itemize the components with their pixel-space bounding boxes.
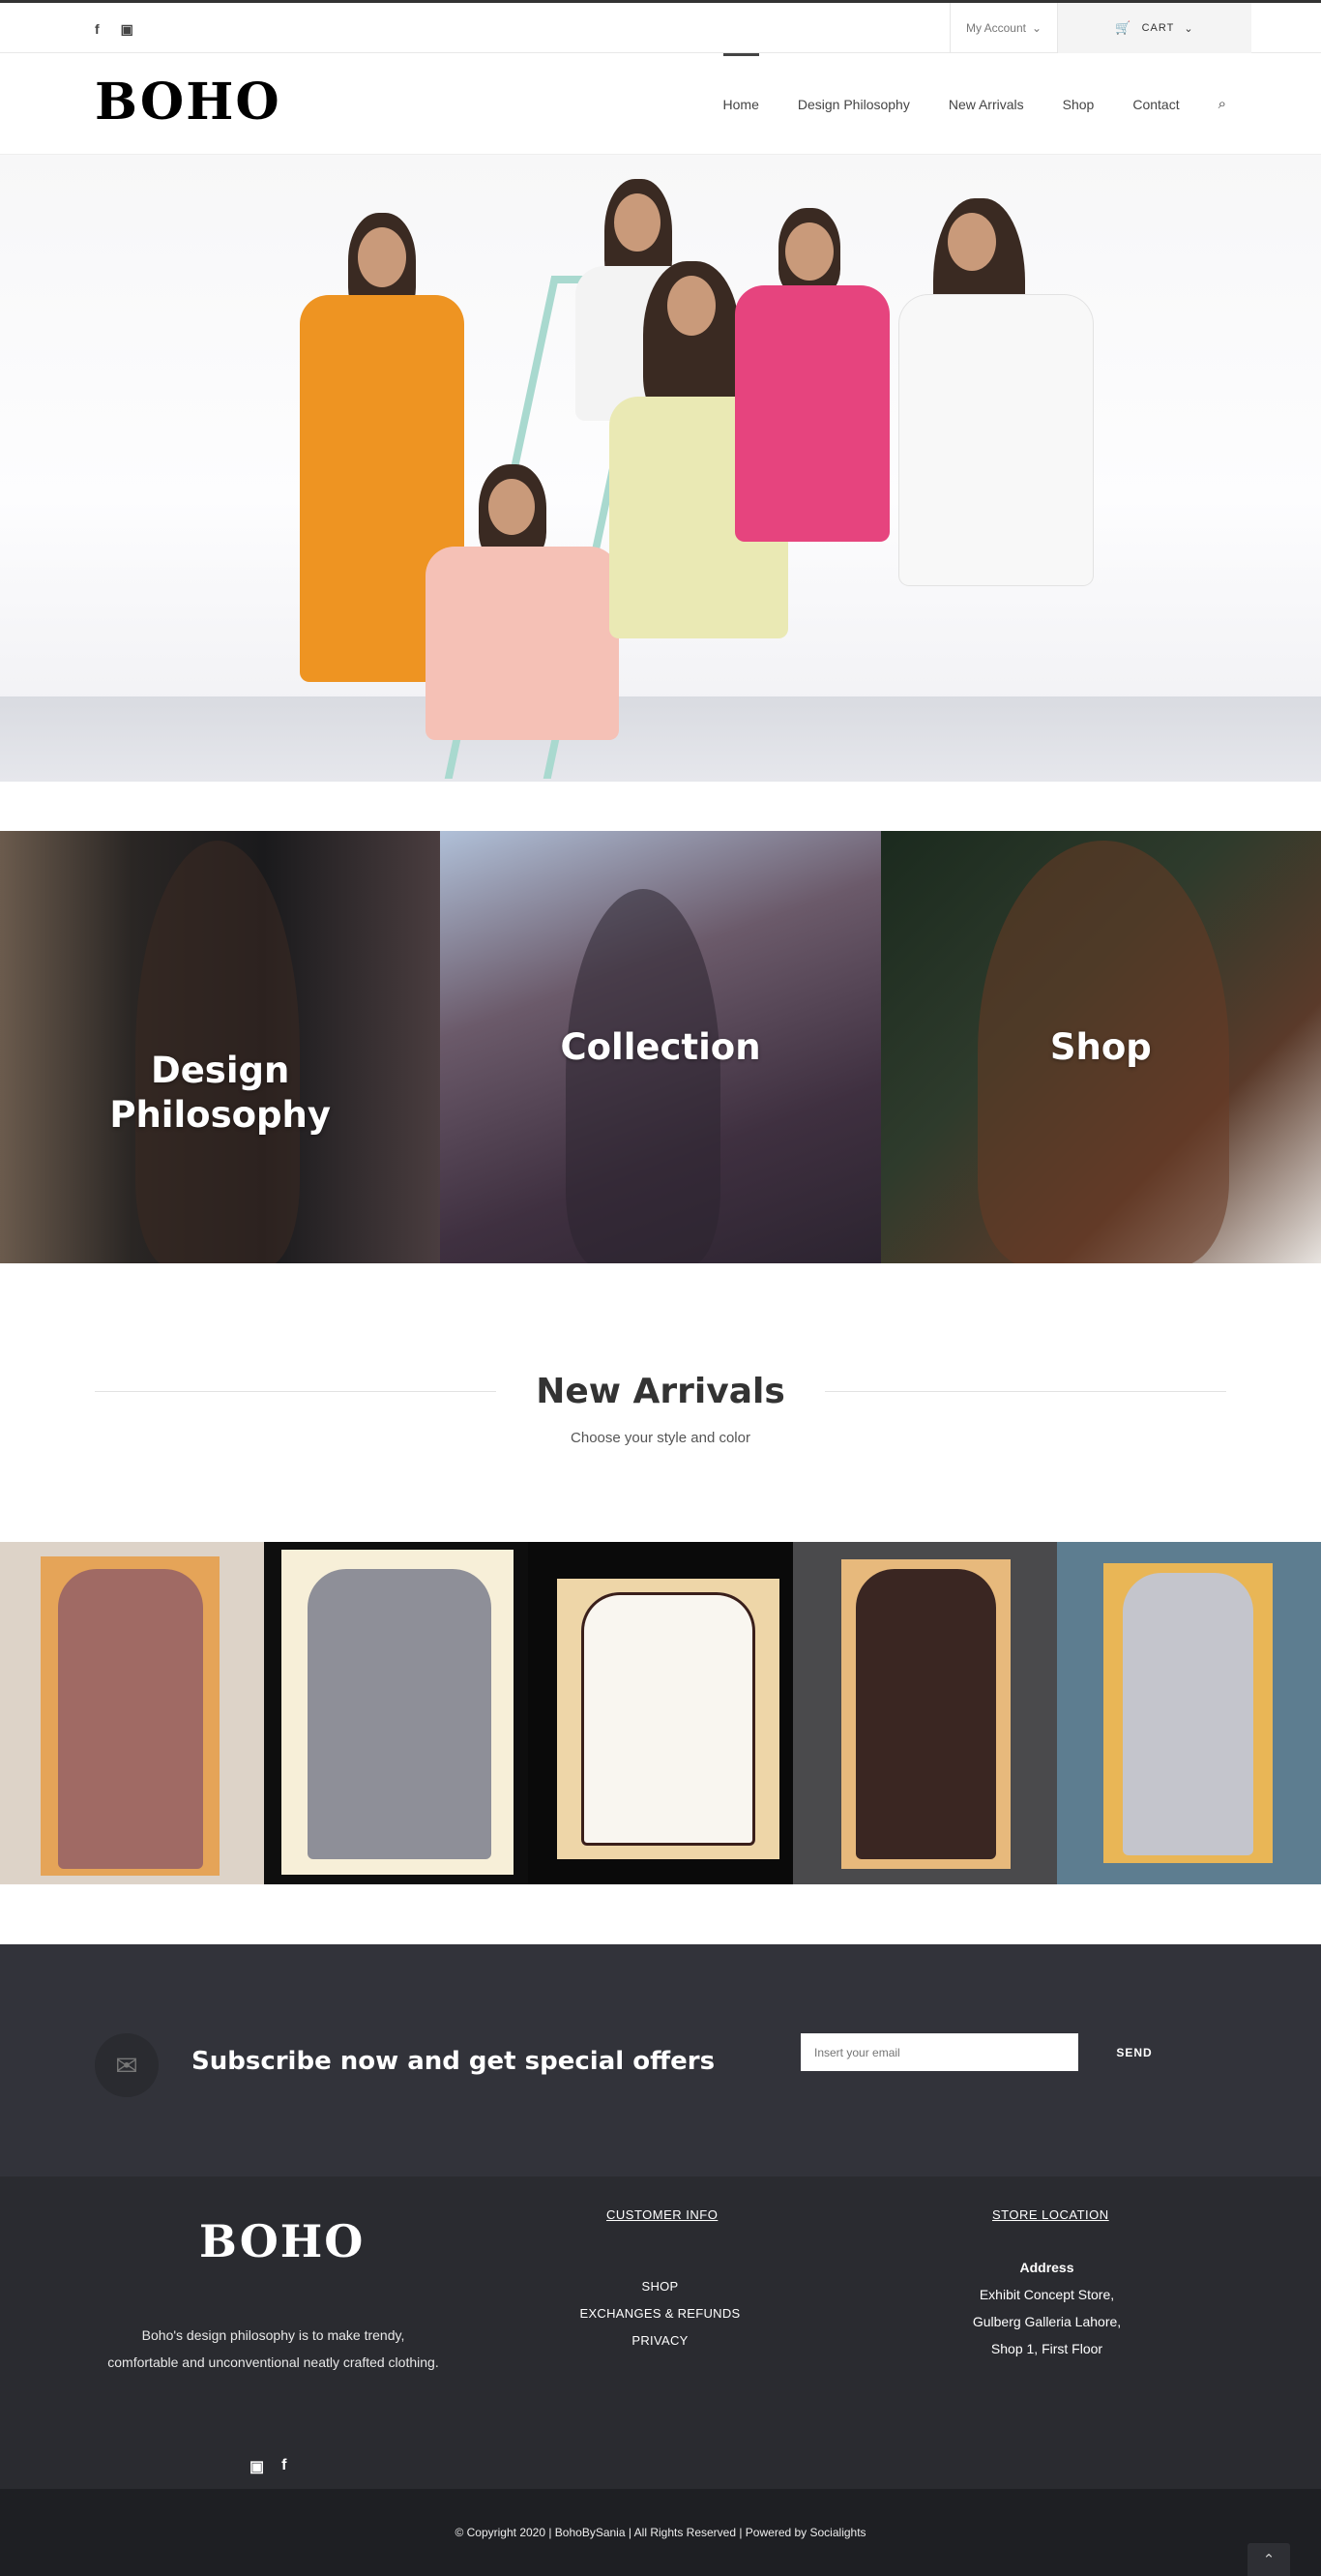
customer-info-title: CUSTOMER INFO xyxy=(606,2207,719,2222)
footer-link-privacy[interactable]: PRIVACY xyxy=(542,2327,778,2354)
site-logo[interactable]: BOHO xyxy=(95,73,281,132)
product-image xyxy=(855,1569,996,1859)
hero-model xyxy=(725,208,899,750)
main-nav: Home Design Philosophy New Arrivals Shop… xyxy=(722,53,1226,155)
nav-new-arrivals[interactable]: New Arrivals xyxy=(949,53,1024,155)
tile-collection[interactable]: Collection xyxy=(440,831,881,1263)
nav-design-philosophy[interactable]: Design Philosophy xyxy=(798,53,910,155)
footer-social-links: ▣ f xyxy=(250,2457,286,2476)
new-arrivals-subtitle: Choose your style and color xyxy=(571,1430,750,1446)
top-social-links: f ▣ xyxy=(95,21,133,38)
address-line: Gulberg Galleria Lahore, xyxy=(972,2314,1122,2329)
hero-banner xyxy=(0,155,1321,782)
cart-label: CART xyxy=(1141,22,1175,34)
tile-design-philosophy-label: Design Philosophy xyxy=(109,1050,331,1136)
address-line: Shop 1, First Floor xyxy=(990,2341,1103,2356)
facebook-icon[interactable]: f xyxy=(95,21,100,38)
cart-button[interactable]: 🛒 CART ⌄ xyxy=(1058,3,1251,53)
footer: BOHO Boho's design philosophy is to make… xyxy=(0,2176,1321,2489)
copyright-text: © Copyright 2020 | BohoBySania | All Rig… xyxy=(455,2526,866,2539)
product-card[interactable] xyxy=(792,1542,1057,1884)
nav-contact[interactable]: Contact xyxy=(1132,53,1179,155)
nav-home[interactable]: Home xyxy=(722,53,760,155)
divider xyxy=(825,1391,1226,1392)
product-image xyxy=(581,1592,756,1846)
chevron-down-icon: ⌄ xyxy=(1031,21,1042,35)
tile-collection-label: Collection xyxy=(560,1025,761,1068)
store-address: Address Exhibit Concept Store, Gulberg G… xyxy=(928,2254,1165,2362)
chevron-up-icon: ⌃ xyxy=(1262,2552,1276,2568)
tile-shop-label: Shop xyxy=(1049,1025,1152,1068)
product-card[interactable] xyxy=(0,1542,265,1884)
footer-link-exchanges-refunds[interactable]: EXCHANGES & REFUNDS xyxy=(542,2300,778,2327)
product-card[interactable] xyxy=(1056,1542,1321,1884)
cart-icon: 🛒 xyxy=(1115,20,1132,35)
footer-link-shop[interactable]: SHOP xyxy=(542,2273,778,2300)
facebook-icon[interactable]: f xyxy=(281,2457,286,2476)
nav-shop[interactable]: Shop xyxy=(1063,53,1095,155)
product-card[interactable] xyxy=(528,1542,793,1884)
address-line: Exhibit Concept Store, xyxy=(979,2287,1115,2302)
product-card[interactable] xyxy=(264,1542,529,1884)
main-header: BOHO Home Design Philosophy New Arrivals… xyxy=(0,53,1321,155)
bottom-bar: © Copyright 2020 | BohoBySania | All Rig… xyxy=(0,2489,1321,2576)
subscribe-title: Subscribe now and get special offers xyxy=(191,2047,716,2076)
tile-design-philosophy[interactable]: Design Philosophy xyxy=(0,831,441,1263)
category-tiles: Design Philosophy Collection Shop xyxy=(0,831,1321,1263)
mail-icon: ✉ xyxy=(95,2033,159,2097)
chevron-down-icon: ⌄ xyxy=(1184,22,1194,35)
product-image xyxy=(58,1569,203,1869)
instagram-icon[interactable]: ▣ xyxy=(121,21,133,38)
product-image xyxy=(1122,1573,1253,1855)
subscribe-section: ✉ Subscribe now and get special offers S… xyxy=(0,1944,1321,2176)
footer-about-text: Boho's design philosophy is to make tren… xyxy=(107,2327,439,2370)
new-arrivals-heading: New Arrivals xyxy=(95,1364,1226,1422)
customer-info-links: SHOP EXCHANGES & REFUNDS PRIVACY xyxy=(542,2273,778,2354)
top-bar: f ▣ My Account ⌄ 🛒 CART ⌄ xyxy=(0,0,1321,53)
product-image xyxy=(308,1569,492,1859)
my-account-label: My Account xyxy=(965,21,1026,35)
tile-shop[interactable]: Shop xyxy=(880,831,1321,1263)
footer-logo[interactable]: BOHO xyxy=(199,2215,365,2267)
store-location-title: STORE LOCATION xyxy=(992,2207,1109,2222)
back-to-top-button[interactable]: ⌃ xyxy=(1248,2543,1290,2576)
product-grid xyxy=(0,1542,1321,1884)
my-account-dropdown[interactable]: My Account ⌄ xyxy=(950,3,1058,53)
instagram-icon[interactable]: ▣ xyxy=(250,2457,264,2476)
address-title: Address xyxy=(1019,2260,1074,2275)
search-icon[interactable]: ⌕ xyxy=(1218,53,1226,155)
send-button[interactable]: SEND xyxy=(1101,2033,1168,2071)
email-input[interactable] xyxy=(801,2033,1078,2071)
hero-model xyxy=(880,198,1102,750)
